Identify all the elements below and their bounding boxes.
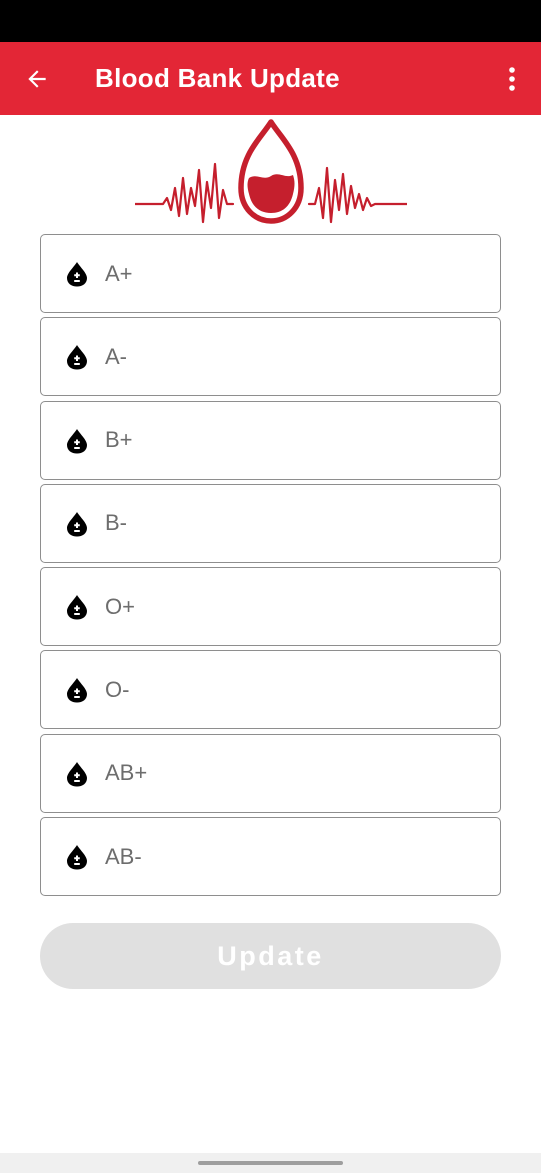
status-bar [0,0,541,42]
blood-drop-plus-minus-icon [67,262,87,287]
blood-group-input-a-positive[interactable] [105,235,485,312]
blood-group-input-a-negative[interactable] [105,318,485,396]
home-gesture-handle[interactable] [198,1161,343,1165]
blood-group-field-a-positive[interactable] [40,234,501,313]
blood-group-input-ab-negative[interactable] [105,818,485,896]
blood-group-input-b-positive[interactable] [105,401,485,479]
blood-drop-plus-minus-icon [67,345,87,370]
blood-group-field-ab-positive[interactable] [40,733,501,813]
blood-group-field-list [40,234,501,900]
overflow-menu-button[interactable] [495,60,529,98]
blood-drop-plus-minus-icon [67,428,87,454]
system-navigation-bar [0,1153,541,1173]
blood-group-field-o-positive[interactable] [40,567,501,647]
blood-group-input-b-negative[interactable] [105,484,485,562]
blood-group-field-o-negative[interactable] [40,650,501,730]
update-button[interactable]: Update [40,923,501,989]
arrow-back-icon [28,70,46,88]
blood-group-input-o-negative[interactable] [105,651,485,729]
blood-group-field-a-negative[interactable] [40,317,501,397]
blood-group-input-ab-positive[interactable] [105,734,485,812]
back-button[interactable] [18,60,56,98]
blood-drop-plus-minus-icon [67,845,87,870]
blood-group-field-b-negative[interactable] [40,483,501,563]
page-title: Blood Bank Update [95,63,340,93]
more-vertical-icon [509,67,515,91]
blood-drop-plus-minus-icon [67,595,87,620]
app-bar: Blood Bank Update [0,42,541,115]
blood-drop-plus-minus-icon [67,511,87,537]
blood-group-field-b-positive[interactable] [40,400,501,480]
blood-drop-plus-minus-icon [67,678,87,703]
blood-drop-plus-minus-icon [67,761,87,787]
blood-group-field-ab-negative[interactable] [40,817,501,897]
blood-drop-heartbeat-logo [135,119,407,224]
blood-group-input-o-positive[interactable] [105,568,485,646]
